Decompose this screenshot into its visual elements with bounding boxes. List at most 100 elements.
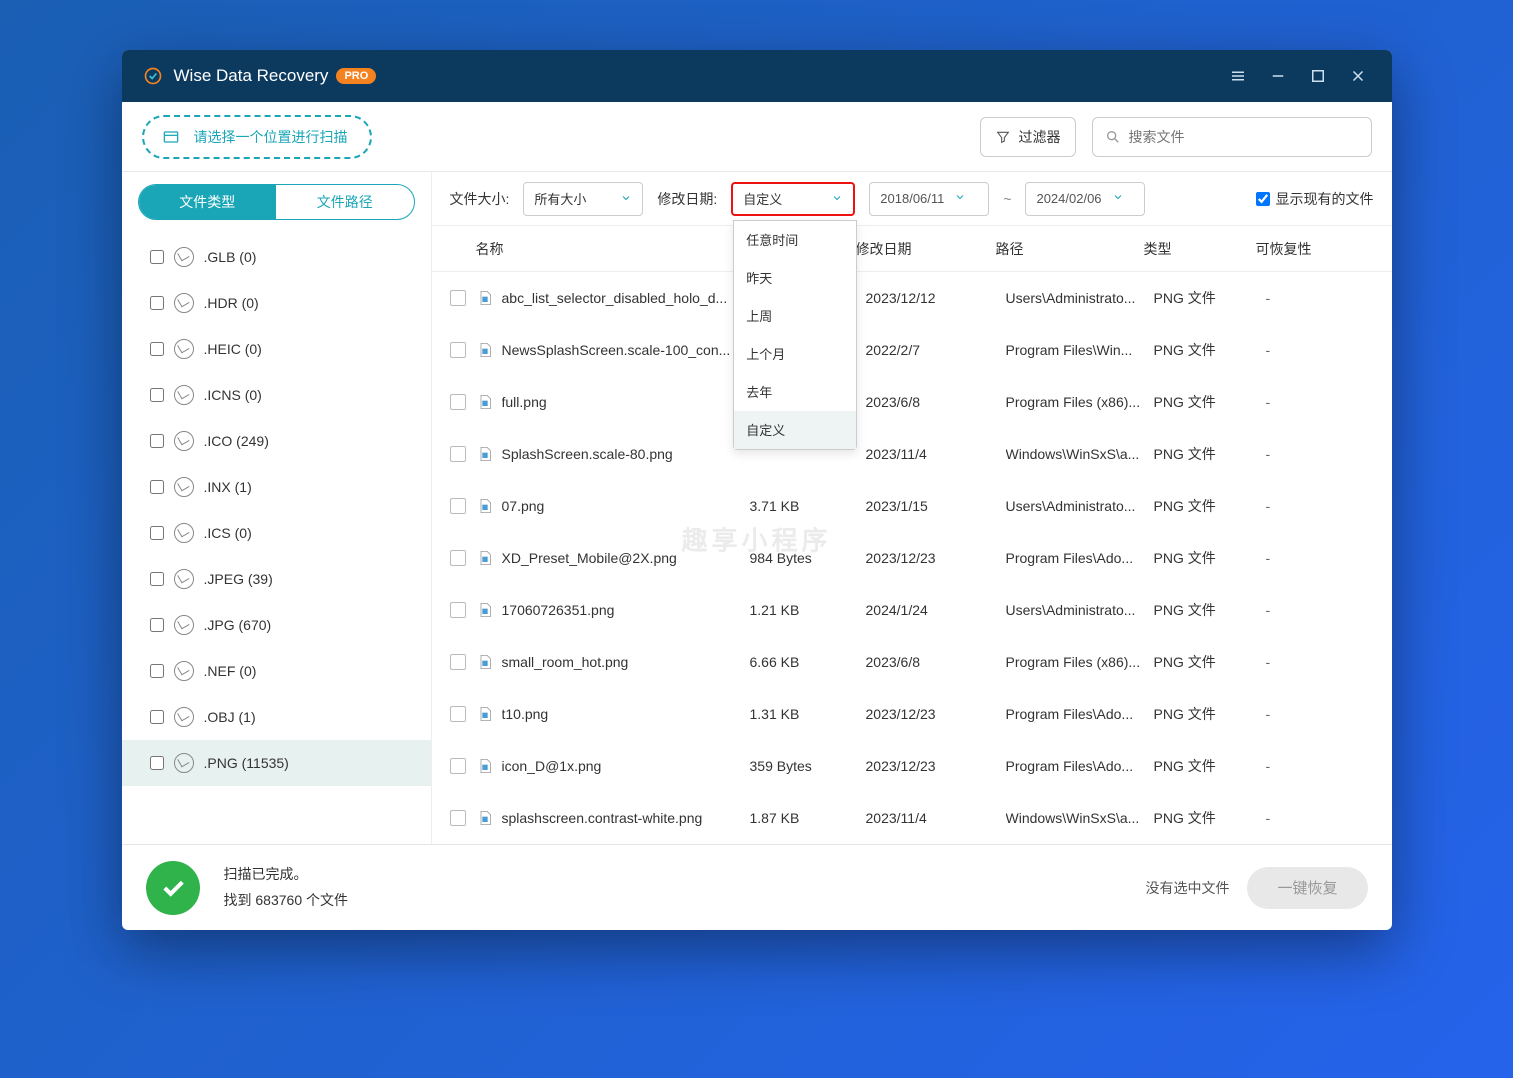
col-recover[interactable]: 可恢复性 [1256, 239, 1374, 259]
sidebar-item-checkbox[interactable] [150, 618, 164, 632]
file-date: 2023/12/23 [866, 758, 1006, 774]
row-checkbox[interactable] [450, 810, 466, 826]
col-name[interactable]: 名称 [450, 239, 740, 259]
sidebar-item-checkbox[interactable] [150, 710, 164, 724]
col-type[interactable]: 类型 [1144, 239, 1256, 259]
sidebar-item-checkbox[interactable] [150, 434, 164, 448]
table-row[interactable]: 07.png3.71 KB2023/1/15Users\Administrato… [432, 480, 1392, 532]
sidebar-item[interactable]: .NEF (0) [122, 648, 431, 694]
table-row[interactable]: NewsSplashScreen.scale-100_con...2022/2/… [432, 324, 1392, 376]
file-date: 2023/11/4 [866, 810, 1006, 826]
dropdown-option[interactable]: 上个月 [734, 335, 856, 373]
show-existing-input[interactable] [1256, 192, 1270, 206]
row-checkbox[interactable] [450, 706, 466, 722]
row-checkbox[interactable] [450, 394, 466, 410]
file-icon [476, 757, 494, 775]
table-row[interactable]: icon_D@1x.png359 Bytes2023/12/23Program … [432, 740, 1392, 792]
search-box[interactable] [1092, 117, 1372, 157]
sidebar-item-checkbox[interactable] [150, 664, 164, 678]
table-row[interactable]: 17060726351.png1.21 KB2024/1/24Users\Adm… [432, 584, 1392, 636]
row-checkbox[interactable] [450, 446, 466, 462]
row-checkbox[interactable] [450, 290, 466, 306]
file-path: Windows\WinSxS\a... [1006, 446, 1154, 462]
search-input[interactable] [1129, 129, 1359, 145]
size-dropdown-value: 所有大小 [534, 189, 612, 208]
file-type-icon [174, 615, 194, 635]
sidebar-item[interactable]: .ICO (249) [122, 418, 431, 464]
sidebar-item-checkbox[interactable] [150, 388, 164, 402]
sidebar-item-checkbox[interactable] [150, 480, 164, 494]
sidebar-item[interactable]: .HDR (0) [122, 280, 431, 326]
sidebar-item-checkbox[interactable] [150, 526, 164, 540]
close-button[interactable] [1344, 62, 1372, 90]
row-checkbox[interactable] [450, 654, 466, 670]
size-dropdown[interactable]: 所有大小 [523, 182, 643, 216]
sidebar-item-checkbox[interactable] [150, 342, 164, 356]
tab-file-path[interactable]: 文件路径 [276, 185, 414, 219]
select-location-button[interactable]: 请选择一个位置进行扫描 [142, 115, 372, 159]
sidebar-item[interactable]: .INX (1) [122, 464, 431, 510]
sidebar-item-label: .NEF (0) [204, 663, 257, 679]
sidebar-item[interactable]: .ICS (0) [122, 510, 431, 556]
sidebar-item-checkbox[interactable] [150, 572, 164, 586]
dropdown-option[interactable]: 上周 [734, 297, 856, 335]
table-row[interactable]: small_room_hot.png6.66 KB2023/6/8Program… [432, 636, 1392, 688]
col-date[interactable]: 修改日期 [856, 239, 996, 259]
sidebar-item[interactable]: .HEIC (0) [122, 326, 431, 372]
dropdown-option[interactable]: 昨天 [734, 259, 856, 297]
col-path[interactable]: 路径 [996, 239, 1144, 259]
sidebar-item[interactable]: .JPEG (39) [122, 556, 431, 602]
scan-icon [160, 126, 182, 148]
date-dropdown[interactable]: 自定义 任意时间昨天上周上个月去年自定义 [731, 182, 855, 216]
table-row[interactable]: t10.png1.31 KB2023/12/23Program Files\Ad… [432, 688, 1392, 740]
menu-button[interactable] [1224, 62, 1252, 90]
file-icon [476, 497, 494, 515]
file-date: 2023/11/4 [866, 446, 1006, 462]
dropdown-option[interactable]: 去年 [734, 373, 856, 411]
row-checkbox[interactable] [450, 342, 466, 358]
sidebar-item-label: .INX (1) [204, 479, 252, 495]
sidebar-item-checkbox[interactable] [150, 756, 164, 770]
file-date: 2023/12/12 [866, 290, 1006, 306]
table-row[interactable]: full.png2023/6/8Program Files (x86)...PN… [432, 376, 1392, 428]
file-type-icon [174, 247, 194, 267]
file-path: Program Files\Ado... [1006, 706, 1154, 722]
scan-hint-text: 请选择一个位置进行扫描 [194, 127, 348, 147]
sidebar-item-label: .JPEG (39) [204, 571, 273, 587]
table-row[interactable]: XD_Preset_Mobile@2X.png984 Bytes2023/12/… [432, 532, 1392, 584]
file-icon [476, 341, 494, 359]
sidebar-item[interactable]: .OBJ (1) [122, 694, 431, 740]
date-to-input[interactable]: 2024/02/06 [1025, 182, 1145, 216]
row-checkbox[interactable] [450, 602, 466, 618]
sidebar-item-checkbox[interactable] [150, 250, 164, 264]
file-size: 1.31 KB [750, 706, 866, 722]
sidebar-item[interactable]: .GLB (0) [122, 234, 431, 280]
table-row[interactable]: splashscreen.contrast-white.png1.87 KB20… [432, 792, 1392, 844]
sidebar-item[interactable]: .JPG (670) [122, 602, 431, 648]
sidebar-item[interactable]: .ICNS (0) [122, 372, 431, 418]
maximize-button[interactable] [1304, 62, 1332, 90]
sidebar-item-label: .HDR (0) [204, 295, 259, 311]
table-row[interactable]: SplashScreen.scale-80.png2023/11/4Window… [432, 428, 1392, 480]
minimize-button[interactable] [1264, 62, 1292, 90]
dropdown-option[interactable]: 自定义 [734, 411, 856, 449]
sidebar-item[interactable]: .PNG (11535) [122, 740, 431, 786]
file-recoverability: - [1266, 342, 1374, 358]
selection-info: 没有选中文件 [1145, 878, 1229, 898]
tab-file-type[interactable]: 文件类型 [139, 185, 277, 219]
sidebar-item-checkbox[interactable] [150, 296, 164, 310]
row-checkbox[interactable] [450, 758, 466, 774]
row-checkbox[interactable] [450, 550, 466, 566]
file-type-icon [174, 661, 194, 681]
dropdown-option[interactable]: 任意时间 [734, 221, 856, 259]
date-from-input[interactable]: 2018/06/11 [869, 182, 989, 216]
row-checkbox[interactable] [450, 498, 466, 514]
show-existing-checkbox[interactable]: 显示现有的文件 [1256, 189, 1374, 209]
filter-button[interactable]: 过滤器 [980, 117, 1076, 157]
file-name: NewsSplashScreen.scale-100_con... [502, 342, 750, 358]
funnel-icon [995, 129, 1011, 145]
file-name: abc_list_selector_disabled_holo_d... [502, 290, 750, 306]
recover-button[interactable]: 一键恢复 [1247, 867, 1367, 909]
table-row[interactable]: abc_list_selector_disabled_holo_d... 2023… [432, 272, 1392, 324]
file-type-icon [174, 385, 194, 405]
